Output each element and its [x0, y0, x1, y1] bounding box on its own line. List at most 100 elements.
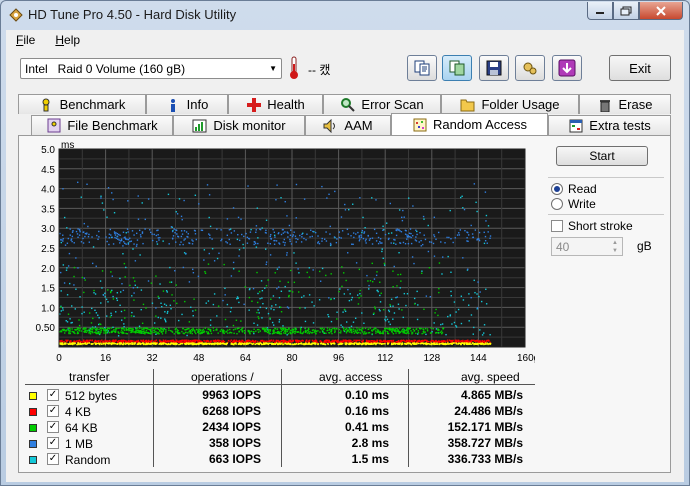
short-stroke-checkbox[interactable]: Short stroke: [551, 219, 633, 233]
data-point: [278, 297, 281, 299]
tab-random-access[interactable]: Random Access: [391, 113, 548, 135]
data-point: [178, 319, 180, 322]
data-point: [78, 324, 81, 327]
data-point: [338, 328, 341, 331]
operations-value: 9963 IOPS: [202, 388, 261, 402]
menu-file[interactable]: File: [6, 33, 45, 47]
data-point: [279, 280, 281, 283]
data-point: [248, 309, 250, 311]
data-point: [273, 243, 276, 245]
short-stroke-size-input[interactable]: 40 ▲ ▼: [551, 237, 623, 256]
data-point: [158, 239, 160, 241]
data-point: [463, 342, 466, 345]
data-point: [383, 264, 386, 266]
data-point: [232, 261, 235, 264]
options-button[interactable]: [515, 55, 545, 81]
data-point: [138, 229, 141, 232]
drive-select[interactable]: Intel Raid 0 Volume (160 gB) ▼: [20, 58, 282, 79]
data-point: [119, 343, 122, 345]
data-point: [388, 321, 390, 323]
data-point: [459, 196, 462, 199]
data-point: [308, 276, 311, 278]
data-point: [232, 340, 234, 342]
tab-info[interactable]: Info: [146, 94, 228, 114]
data-point: [347, 329, 350, 331]
data-point: [343, 328, 345, 330]
data-point: [192, 272, 195, 274]
close-button[interactable]: [639, 2, 683, 20]
data-point: [363, 231, 366, 233]
spin-up-icon[interactable]: ▲: [609, 239, 621, 247]
data-point: [212, 303, 215, 306]
data-point: [144, 340, 146, 343]
download-button[interactable]: [552, 55, 582, 81]
series-visible-checkbox[interactable]: ✓: [47, 405, 59, 417]
data-point: [114, 234, 117, 236]
write-radio[interactable]: Write: [551, 197, 596, 211]
data-point: [368, 284, 370, 287]
data-point: [183, 339, 186, 342]
tab-file-benchmark[interactable]: File Benchmark: [31, 115, 173, 135]
copy-screenshot-button[interactable]: [442, 55, 472, 81]
tab-erase[interactable]: Erase: [579, 94, 671, 114]
data-point: [340, 342, 342, 345]
data-point: [122, 231, 125, 233]
menu-help[interactable]: Help: [45, 33, 90, 47]
data-point: [119, 291, 122, 293]
data-point: [301, 233, 303, 236]
maximize-button[interactable]: [613, 2, 639, 20]
data-point: [332, 340, 334, 342]
series-visible-checkbox[interactable]: ✓: [47, 437, 59, 449]
tab-error-scan[interactable]: Error Scan: [323, 94, 441, 114]
data-point: [361, 229, 364, 232]
tab-aam[interactable]: AAM: [305, 115, 391, 135]
save-button[interactable]: [479, 55, 509, 81]
data-point: [135, 327, 138, 329]
tab-disk-monitor[interactable]: Disk monitor: [173, 115, 305, 135]
minimize-button[interactable]: [587, 2, 613, 20]
data-point: [479, 341, 481, 343]
data-point: [185, 252, 187, 255]
data-point: [441, 332, 444, 334]
data-point: [351, 343, 353, 345]
tab-extra-tests[interactable]: Extra tests: [548, 115, 671, 135]
copy-text-button[interactable]: [407, 55, 437, 81]
data-point: [406, 234, 408, 236]
data-point: [156, 241, 158, 243]
x-tick-label: 128: [423, 353, 440, 364]
spin-down-icon[interactable]: ▼: [609, 247, 621, 255]
data-point: [141, 330, 143, 333]
data-point: [439, 343, 442, 345]
data-point: [481, 334, 484, 336]
data-point: [290, 243, 293, 245]
data-point: [377, 329, 379, 331]
title-bar[interactable]: HD Tune Pro 4.50 - Hard Disk Utility: [1, 1, 689, 29]
operations-value: 358 IOPS: [208, 436, 261, 450]
data-point: [388, 232, 390, 235]
data-point: [276, 328, 279, 330]
data-point: [440, 340, 443, 342]
data-point: [298, 272, 300, 274]
tab-folder-usage[interactable]: Folder Usage: [441, 94, 579, 114]
data-point: [140, 327, 142, 329]
data-point: [237, 327, 239, 330]
data-point: [299, 332, 302, 334]
tab-benchmark[interactable]: Benchmark: [18, 94, 146, 114]
read-radio[interactable]: Read: [551, 182, 597, 196]
data-point: [241, 233, 243, 236]
series-visible-checkbox[interactable]: ✓: [47, 421, 59, 433]
data-point: [133, 315, 135, 318]
series-visible-checkbox[interactable]: ✓: [47, 453, 59, 465]
exit-button[interactable]: Exit: [609, 55, 671, 81]
series-visible-checkbox[interactable]: ✓: [47, 389, 59, 401]
data-point: [60, 306, 62, 308]
tab-health[interactable]: Health: [228, 94, 323, 114]
data-point: [369, 327, 372, 329]
data-point: [149, 328, 151, 331]
data-point: [184, 238, 186, 240]
data-point: [416, 233, 418, 236]
data-point: [289, 234, 292, 236]
data-point: [289, 290, 292, 292]
start-button[interactable]: Start: [556, 146, 648, 166]
data-point: [361, 340, 363, 343]
